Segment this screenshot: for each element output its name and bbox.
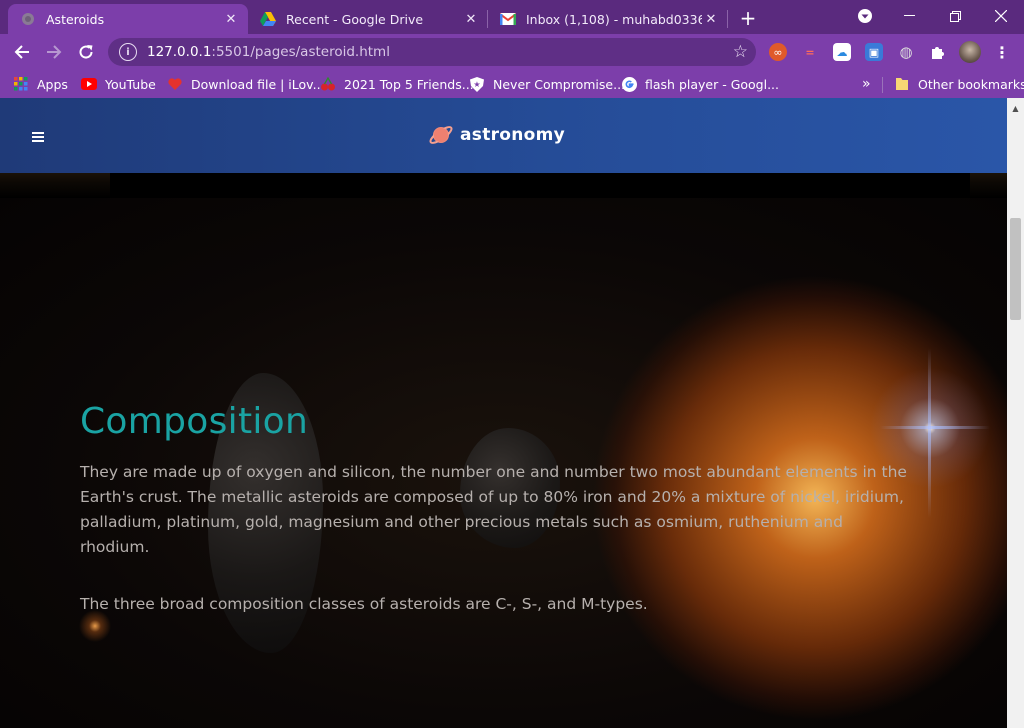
bookmark-label: 2021 Top 5 Friends... — [344, 76, 474, 92]
bookmark-apps[interactable]: Apps — [13, 75, 68, 93]
youtube-icon — [81, 76, 97, 92]
bookmark-star-icon[interactable]: ☆ — [733, 42, 748, 62]
profile-avatar[interactable] — [959, 41, 981, 63]
bookmark-flash-player[interactable]: flash player - Googl... — [621, 75, 779, 93]
bookmark-label: YouTube — [105, 76, 156, 92]
extension-screen-icon[interactable]: ▣ — [865, 43, 883, 61]
bookmark-label: Other bookmarks — [918, 76, 1024, 92]
apps-grid-icon — [13, 76, 29, 92]
previous-section-dark — [110, 173, 970, 198]
bookmark-top-friends[interactable]: 2021 Top 5 Friends... — [320, 75, 474, 93]
address-bar[interactable]: i 127.0.0.1:5501/pages/asteroid.html ☆ — [108, 38, 756, 66]
back-icon[interactable] — [9, 39, 35, 65]
extension-cloud-icon[interactable]: ☁ — [833, 43, 851, 61]
new-tab-icon[interactable]: + — [736, 6, 760, 30]
bookmark-other-bookmarks[interactable]: Other bookmarks — [894, 75, 1024, 93]
tab-asteroids[interactable]: Asteroids ✕ — [8, 4, 248, 34]
globe-icon — [20, 11, 36, 27]
minimize-icon[interactable] — [886, 0, 932, 32]
close-tab-icon[interactable]: ✕ — [462, 10, 480, 28]
section-heading: Composition — [80, 401, 309, 442]
tab-gmail[interactable]: Inbox (1,108) - muhabd0336@gm ✕ — [488, 4, 728, 34]
svg-text:★: ★ — [473, 80, 480, 89]
tab-title: Asteroids — [46, 11, 105, 27]
lens-flare-vertical — [928, 348, 931, 518]
composition-content: Composition They are made up of oxygen a… — [80, 401, 910, 617]
planet-logo-icon — [429, 126, 453, 144]
scroll-up-arrow-icon[interactable]: ▲ — [1007, 102, 1024, 114]
close-tab-icon[interactable]: ✕ — [222, 10, 240, 28]
brand-name: astronomy — [460, 125, 566, 145]
tab-google-drive[interactable]: Recent - Google Drive ✕ — [248, 4, 488, 34]
close-tab-icon[interactable]: ✕ — [702, 10, 720, 28]
ilovepdf-icon — [167, 76, 183, 92]
site-logo[interactable]: astronomy — [428, 122, 565, 148]
google-drive-icon — [260, 11, 276, 27]
browser-toolbar: i 127.0.0.1:5501/pages/asteroid.html ☆ ∞… — [0, 34, 1024, 70]
folder-icon — [894, 76, 910, 92]
bookmark-never-compromise[interactable]: ★ Never Compromise... — [469, 75, 625, 93]
hamburger-menu-icon[interactable] — [32, 132, 44, 142]
reload-icon[interactable] — [73, 39, 99, 65]
bookmark-youtube[interactable]: YouTube — [81, 75, 156, 93]
bookmark-label: Apps — [37, 76, 68, 92]
extension-globe-icon[interactable]: ◍ — [897, 43, 915, 61]
page-viewport: astronomy Composition They are made up o… — [0, 98, 1007, 728]
tab-title: Recent - Google Drive — [286, 11, 424, 27]
bookmarks-overflow-chevron-icon[interactable]: » — [862, 75, 871, 93]
page-scrollbar[interactable]: ▲ — [1007, 98, 1024, 728]
bookmark-ilovepdf[interactable]: Download file | iLov... — [167, 75, 325, 93]
composition-paragraph-1: They are made up of oxygen and silicon, … — [80, 463, 907, 556]
extension-infinity-icon[interactable]: ∞ — [769, 43, 787, 61]
close-window-icon[interactable] — [978, 0, 1024, 32]
scrollbar-thumb[interactable] — [1010, 218, 1021, 320]
url-path: :5501/pages/asteroid.html — [211, 44, 390, 60]
bookmark-label: Download file | iLov... — [191, 76, 325, 92]
bookmark-label: flash player - Googl... — [645, 76, 780, 92]
tab-search-icon[interactable] — [842, 0, 888, 32]
tab-strip: Asteroids ✕ Recent - Google Drive ✕ Inbo… — [0, 0, 1024, 34]
cherries-icon — [320, 76, 336, 92]
site-info-icon[interactable]: i — [119, 43, 137, 61]
restore-icon[interactable] — [932, 0, 978, 32]
bookmark-label: Never Compromise... — [493, 76, 626, 92]
google-icon — [621, 76, 637, 92]
shield-icon: ★ — [469, 76, 485, 92]
composition-paragraph-2: The three broad composition classes of a… — [80, 595, 648, 613]
forward-icon[interactable] — [41, 39, 67, 65]
extensions-puzzle-icon[interactable] — [929, 43, 947, 61]
browser-menu-icon[interactable]: ⋮ — [993, 43, 1011, 62]
gmail-icon — [500, 11, 516, 27]
bookmarks-bar: Apps YouTube Download file | iLov... 202… — [0, 70, 1024, 98]
extension-lines-icon[interactable]: = — [801, 43, 819, 61]
tab-separator — [727, 10, 728, 28]
site-header: astronomy — [0, 98, 1007, 173]
bookmarks-divider — [882, 77, 883, 93]
url-host: 127.0.0.1 — [147, 44, 212, 60]
tab-title: Inbox (1,108) - muhabd0336@gm — [526, 11, 702, 27]
